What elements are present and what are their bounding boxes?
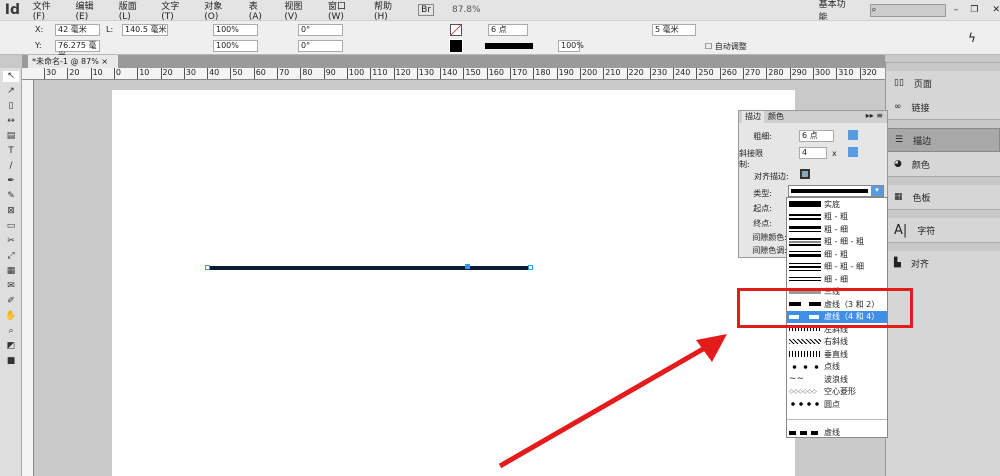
annotation-arrow [498,334,727,469]
